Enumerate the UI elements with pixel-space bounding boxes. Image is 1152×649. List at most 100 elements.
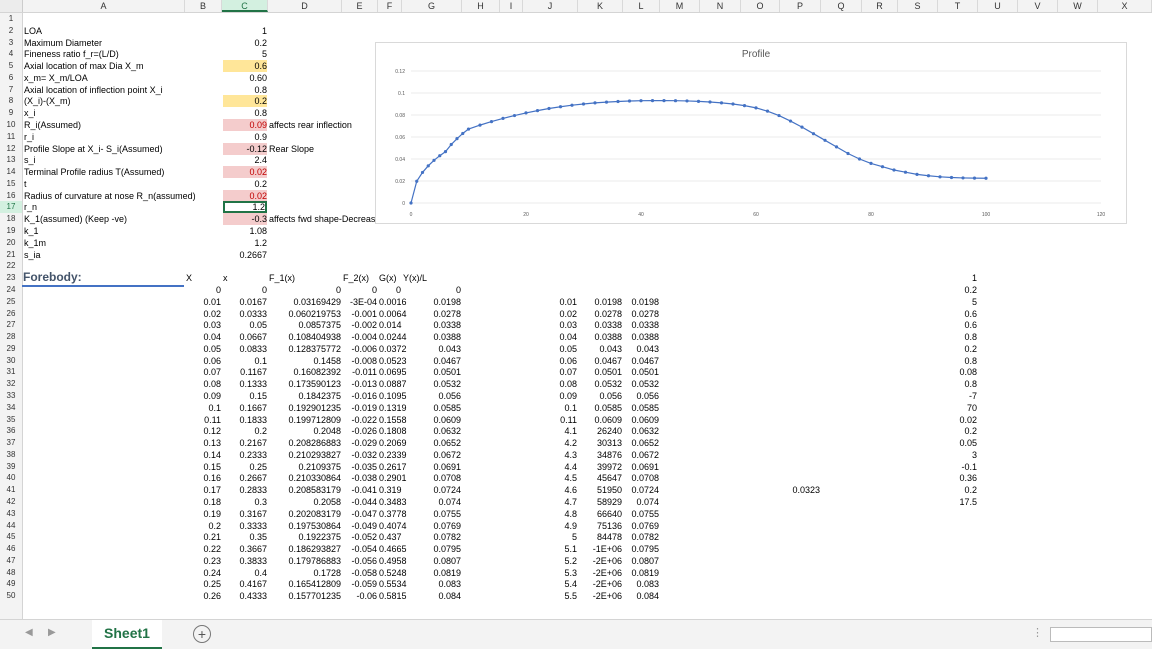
- row-header-29[interactable]: 29: [0, 343, 22, 355]
- row-header-28[interactable]: 28: [0, 331, 22, 343]
- row-header-33[interactable]: 33: [0, 390, 22, 402]
- table-cell: 0.202083179: [288, 508, 341, 519]
- table-cell: 0.0887: [379, 379, 407, 390]
- data-point: [438, 154, 442, 158]
- row-header-30[interactable]: 30: [0, 355, 22, 367]
- row-header-12[interactable]: 12: [0, 143, 22, 155]
- table-cell: -0.047: [351, 508, 377, 519]
- select-all-corner[interactable]: [0, 0, 23, 12]
- row-header-22[interactable]: 22: [0, 260, 22, 272]
- table-cell: 0.1095: [379, 390, 407, 401]
- prev-sheet-icon[interactable]: ◀: [25, 627, 33, 638]
- row-header-39[interactable]: 39: [0, 461, 22, 473]
- column-header-b[interactable]: B: [185, 0, 222, 12]
- column-header-t[interactable]: T: [938, 0, 978, 12]
- table-cell: 0.0532: [594, 379, 622, 390]
- table-cell: 0.12: [203, 426, 221, 437]
- column-header-q[interactable]: Q: [821, 0, 862, 12]
- more-options-icon[interactable]: ⋮: [1032, 626, 1043, 639]
- column-header-u[interactable]: U: [978, 0, 1018, 12]
- row-header-26[interactable]: 26: [0, 308, 22, 320]
- table-cell: 0.26: [203, 591, 221, 602]
- row-header-7[interactable]: 7: [0, 84, 22, 96]
- row-header-36[interactable]: 36: [0, 425, 22, 437]
- row-header-44[interactable]: 44: [0, 520, 22, 532]
- column-header-s[interactable]: S: [898, 0, 938, 12]
- column-header-f[interactable]: F: [378, 0, 402, 12]
- row-header-23[interactable]: 23: [0, 272, 22, 284]
- row-header-35[interactable]: 35: [0, 414, 22, 426]
- add-sheet-icon[interactable]: +: [193, 625, 211, 643]
- row-header-4[interactable]: 4: [0, 48, 22, 60]
- row-header-38[interactable]: 38: [0, 449, 22, 461]
- sheet-tab[interactable]: Sheet1: [92, 620, 162, 649]
- table-cell: 0.21: [203, 532, 221, 543]
- table-cell: 0.22: [203, 544, 221, 555]
- row-header-6[interactable]: 6: [0, 72, 22, 84]
- row-header-46[interactable]: 46: [0, 543, 22, 555]
- row-header-34[interactable]: 34: [0, 402, 22, 414]
- row-header-49[interactable]: 49: [0, 578, 22, 590]
- row-header-3[interactable]: 3: [0, 37, 22, 49]
- row-header-14[interactable]: 14: [0, 166, 22, 178]
- row-header-47[interactable]: 47: [0, 555, 22, 567]
- row-header-16[interactable]: 16: [0, 190, 22, 202]
- column-header-o[interactable]: O: [741, 0, 780, 12]
- table-cell: 3: [971, 449, 977, 460]
- row-header-50[interactable]: 50: [0, 590, 22, 602]
- column-header-w[interactable]: W: [1058, 0, 1098, 12]
- row-header-19[interactable]: 19: [0, 225, 22, 237]
- row-header-45[interactable]: 45: [0, 531, 22, 543]
- x-tick-label: 120: [1097, 212, 1106, 218]
- column-header-p[interactable]: P: [780, 0, 821, 12]
- profile-chart[interactable]: Profile 0 0.02 0.04 0.06 0.08 0.1 0.12 0 20 40 60 80…: [375, 42, 1127, 224]
- row-header-17[interactable]: 17: [0, 201, 22, 214]
- row-header-2[interactable]: 2: [0, 25, 22, 37]
- row-header-15[interactable]: 15: [0, 178, 22, 190]
- column-header-e[interactable]: E: [342, 0, 378, 12]
- row-header-31[interactable]: 31: [0, 366, 22, 378]
- column-header-a[interactable]: A: [23, 0, 185, 12]
- row-header-32[interactable]: 32: [0, 378, 22, 390]
- column-header-x[interactable]: X: [1098, 0, 1152, 12]
- row-header-11[interactable]: 11: [0, 131, 22, 143]
- row-header-41[interactable]: 41: [0, 484, 22, 496]
- row-header-24[interactable]: 24: [0, 284, 22, 296]
- row-header-21[interactable]: 21: [0, 249, 22, 261]
- table-cell: 0.0388: [594, 332, 622, 343]
- row-header-27[interactable]: 27: [0, 319, 22, 331]
- row-header-37[interactable]: 37: [0, 437, 22, 449]
- row-header-5[interactable]: 5: [0, 60, 22, 72]
- row-header-10[interactable]: 10: [0, 119, 22, 131]
- row-header-43[interactable]: 43: [0, 508, 22, 520]
- row-header-48[interactable]: 48: [0, 567, 22, 579]
- column-header-d[interactable]: D: [268, 0, 342, 12]
- row-header-13[interactable]: 13: [0, 154, 22, 166]
- column-header-v[interactable]: V: [1018, 0, 1058, 12]
- row-header-8[interactable]: 8: [0, 95, 22, 107]
- column-header-k[interactable]: K: [578, 0, 623, 12]
- row-header-20[interactable]: 20: [0, 237, 22, 249]
- row-header-25[interactable]: 25: [0, 296, 22, 308]
- column-header-r[interactable]: R: [862, 0, 898, 12]
- row-header-18[interactable]: 18: [0, 213, 22, 225]
- column-header-l[interactable]: L: [623, 0, 660, 12]
- horizontal-scrollbar[interactable]: [1050, 627, 1152, 642]
- column-header-m[interactable]: M: [660, 0, 700, 12]
- table-cell: -0.008: [351, 355, 377, 366]
- row-header-9[interactable]: 9: [0, 107, 22, 119]
- row-header-40[interactable]: 40: [0, 472, 22, 484]
- column-header-n[interactable]: N: [700, 0, 741, 12]
- table-cell: -0.041: [351, 485, 377, 496]
- column-header-g[interactable]: G: [402, 0, 462, 12]
- row-header-1[interactable]: 1: [0, 13, 22, 25]
- next-sheet-icon[interactable]: ▶: [48, 627, 56, 638]
- column-header-h[interactable]: H: [462, 0, 500, 12]
- param-label: r_i: [24, 131, 35, 142]
- column-header-i[interactable]: I: [500, 0, 523, 12]
- row-header-42[interactable]: 42: [0, 496, 22, 508]
- table-cell: 39972: [596, 461, 622, 472]
- table-cell: 0.2339: [379, 449, 407, 460]
- column-header-c[interactable]: C: [222, 0, 268, 12]
- column-header-j[interactable]: J: [523, 0, 578, 12]
